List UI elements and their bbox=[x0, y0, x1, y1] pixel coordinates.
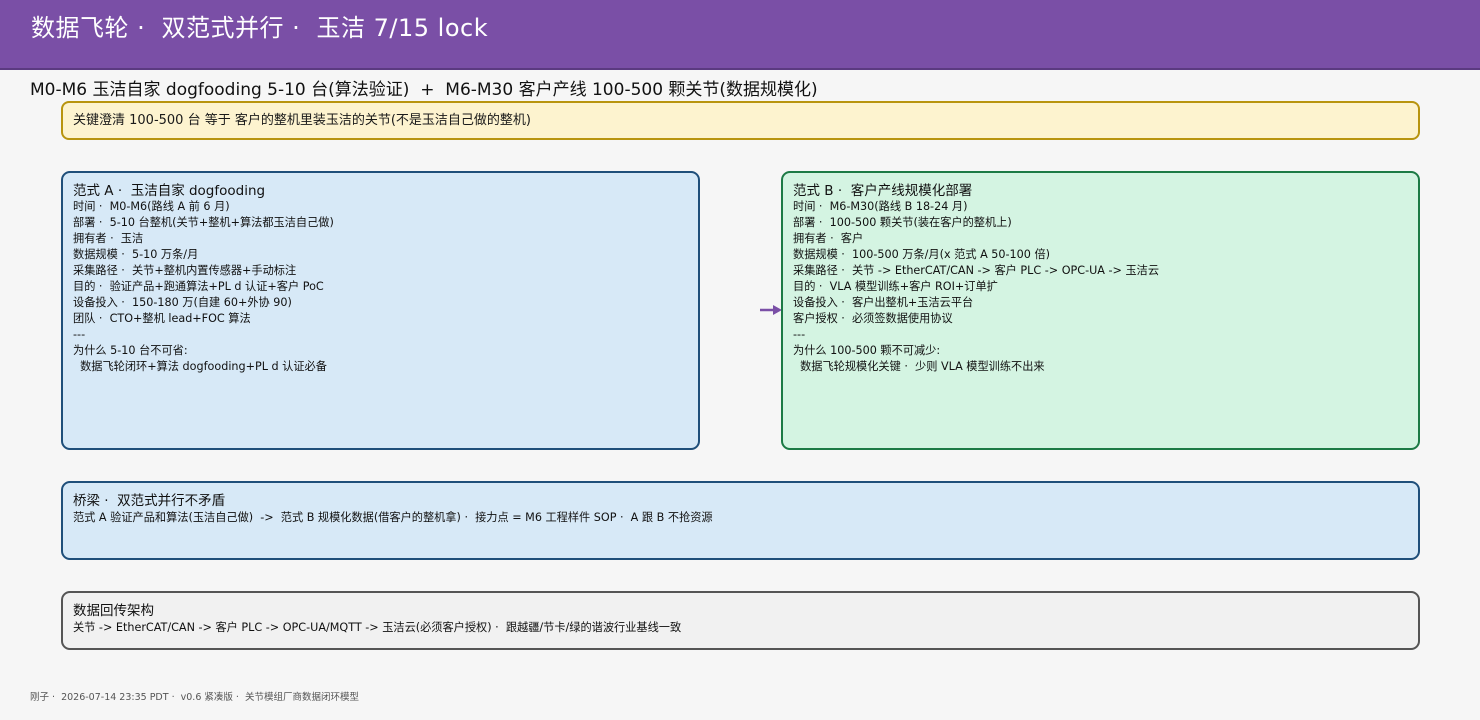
architecture-box: 数据回传架构 关节 -> EtherCAT/CAN -> 客户 PLC -> O… bbox=[61, 591, 1420, 650]
header-bar: 数据飞轮 · 双范式并行 · 玉洁 7/15 lock bbox=[0, 0, 1480, 70]
clarification-text: 关键澄清 100-500 台 等于 客户的整机里装玉洁的关节(不是玉洁自己做的整… bbox=[73, 113, 531, 128]
architecture-text: 关节 -> EtherCAT/CAN -> 客户 PLC -> OPC-UA/M… bbox=[73, 621, 682, 634]
paradigm-b-divider: --- bbox=[793, 328, 806, 341]
paradigm-b-line: 为什么 100-500 颗不可减少: bbox=[793, 344, 941, 357]
paradigm-a-line: 为什么 5-10 台不可省: bbox=[73, 344, 188, 357]
paradigm-a-line: 拥有者 · 玉洁 bbox=[73, 232, 144, 245]
paradigm-b-title: 范式 B · 客户产线规模化部署 bbox=[793, 183, 973, 199]
paradigm-a-line: 时间 · M0-M6(路线 A 前 6 月) bbox=[73, 200, 230, 213]
paradigm-b-line: 目的 · VLA 模型训练+客户 ROI+订单扩 bbox=[793, 280, 998, 293]
page-subtitle: M0-M6 玉洁自家 dogfooding 5-10 台(算法验证) + M6-… bbox=[30, 80, 818, 100]
bridge-text: 范式 A 验证产品和算法(玉洁自己做) -> 范式 B 规模化数据(借客户的整机… bbox=[73, 511, 713, 524]
clarification-note: 关键澄清 100-500 台 等于 客户的整机里装玉洁的关节(不是玉洁自己做的整… bbox=[61, 101, 1420, 140]
paradigm-a-line: 团队 · CTO+整机 lead+FOC 算法 bbox=[73, 312, 251, 325]
paradigm-b-line: 数据飞轮规模化关键 · 少则 VLA 模型训练不出来 bbox=[793, 360, 1045, 373]
paradigm-a-line: 设备投入 · 150-180 万(自建 60+外协 90) bbox=[73, 296, 292, 309]
paradigm-a-line: 目的 · 验证产品+跑通算法+PL d 认证+客户 PoC bbox=[73, 280, 324, 293]
paradigm-a-line: 部署 · 5-10 台整机(关节+整机+算法都玉洁自己做) bbox=[73, 216, 334, 229]
paradigm-a-box: 范式 A · 玉洁自家 dogfooding 时间 · M0-M6(路线 A 前… bbox=[61, 171, 700, 450]
paradigm-b-line: 采集路径 · 关节 -> EtherCAT/CAN -> 客户 PLC -> O… bbox=[793, 264, 1160, 277]
paradigm-b-lines: 时间 · M6-M30(路线 B 18-24 月) 部署 · 100-500 颗… bbox=[793, 199, 1159, 375]
paradigm-b-line: 设备投入 · 客户出整机+玉洁云平台 bbox=[793, 296, 974, 309]
architecture-title: 数据回传架构 bbox=[73, 603, 154, 619]
paradigm-a-lines: 时间 · M0-M6(路线 A 前 6 月) 部署 · 5-10 台整机(关节+… bbox=[73, 199, 334, 375]
paradigm-a-title: 范式 A · 玉洁自家 dogfooding bbox=[73, 183, 266, 199]
paradigm-b-box: 范式 B · 客户产线规模化部署 时间 · M6-M30(路线 B 18-24 … bbox=[781, 171, 1420, 450]
bridge-title: 桥梁 · 双范式并行不矛盾 bbox=[73, 493, 226, 509]
arrow-right-icon bbox=[760, 305, 782, 315]
paradigm-a-line: 采集路径 · 关节+整机内置传感器+手动标注 bbox=[73, 264, 297, 277]
paradigm-a-line: 数据规模 · 5-10 万条/月 bbox=[73, 248, 199, 261]
paradigm-b-line: 拥有者 · 客户 bbox=[793, 232, 864, 245]
paradigm-b-line: 部署 · 100-500 颗关节(装在客户的整机上) bbox=[793, 216, 1012, 229]
page-title: 数据飞轮 · 双范式并行 · 玉洁 7/15 lock bbox=[31, 14, 489, 42]
paradigm-a-divider: --- bbox=[73, 328, 86, 341]
paradigm-a-line: 数据飞轮闭环+算法 dogfooding+PL d 认证必备 bbox=[73, 360, 327, 373]
paradigm-b-line: 时间 · M6-M30(路线 B 18-24 月) bbox=[793, 200, 968, 213]
paradigm-b-line: 数据规模 · 100-500 万条/月(x 范式 A 50-100 倍) bbox=[793, 248, 1051, 261]
footer-meta: 刚子 · 2026-07-14 23:35 PDT · v0.6 紧凑版 · 关… bbox=[30, 692, 359, 703]
bridge-box: 桥梁 · 双范式并行不矛盾 范式 A 验证产品和算法(玉洁自己做) -> 范式 … bbox=[61, 481, 1420, 560]
paradigm-b-line: 客户授权 · 必须签数据使用协议 bbox=[793, 312, 953, 325]
